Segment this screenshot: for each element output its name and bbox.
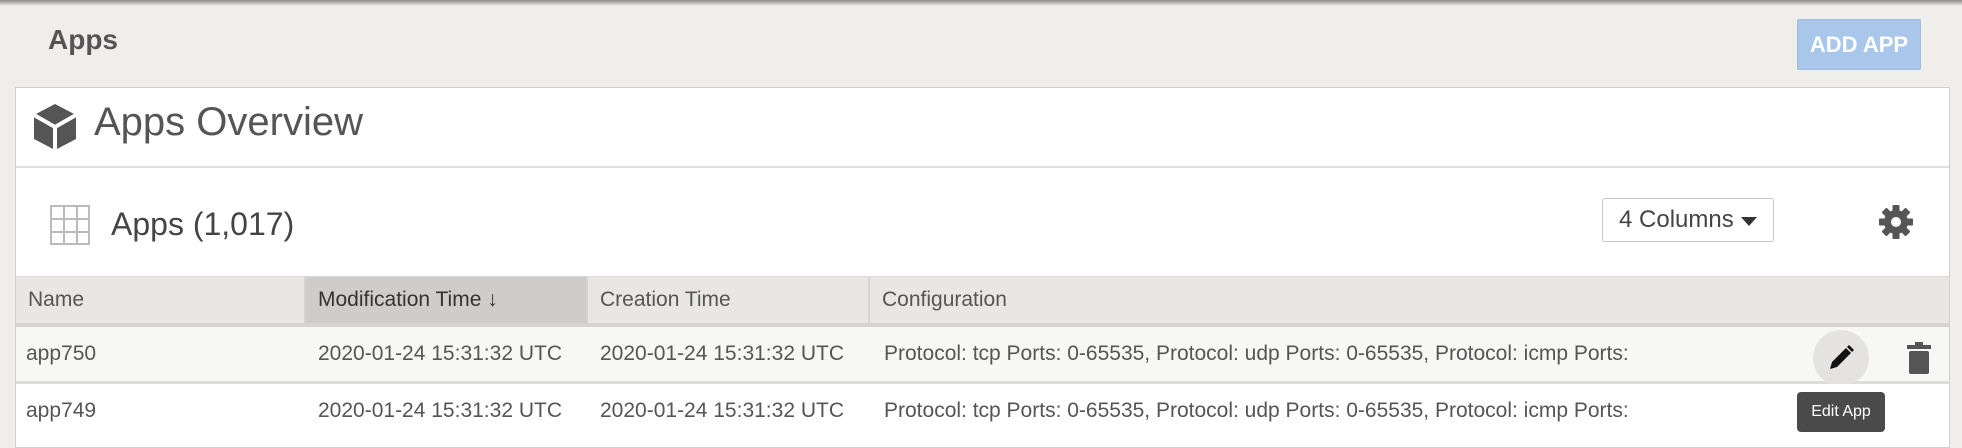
- cell-creation-time: 2020-01-24 15:31:32 UTC: [600, 399, 844, 422]
- grid-icon: [50, 205, 90, 245]
- table-row[interactable]: app750 2020-01-24 15:31:32 UTC 2020-01-2…: [16, 327, 1949, 386]
- overview-title: Apps Overview: [94, 100, 363, 144]
- pencil-icon: [1830, 345, 1854, 369]
- edit-app-tooltip: Edit App: [1797, 392, 1885, 432]
- columns-select-value: 4 Columns: [1619, 206, 1734, 233]
- overview-header: Apps Overview: [16, 88, 1949, 168]
- apps-panel: Apps Overview Apps (1,017) 4 Columns Nam…: [15, 87, 1950, 448]
- columns-select[interactable]: 4 Columns: [1602, 198, 1774, 242]
- top-shadow: [0, 0, 1962, 6]
- column-header-creation-time[interactable]: Creation Time: [588, 277, 870, 323]
- apps-section-header: Apps (1,017) 4 Columns: [16, 168, 1949, 277]
- cell-creation-time: 2020-01-24 15:31:32 UTC: [600, 342, 844, 365]
- cell-name: app750: [26, 342, 97, 365]
- column-header-name[interactable]: Name: [16, 277, 306, 323]
- edit-app-button[interactable]: [1813, 330, 1869, 386]
- add-app-button[interactable]: ADD APP: [1797, 19, 1921, 70]
- chevron-down-icon: [1741, 217, 1757, 226]
- cell-name: app749: [26, 399, 97, 422]
- trash-icon[interactable]: [1906, 342, 1932, 374]
- cube-icon: [33, 104, 77, 150]
- table-row[interactable]: app749 2020-01-24 15:31:32 UTC 2020-01-2…: [16, 384, 1949, 438]
- cell-configuration: Protocol: tcp Ports: 0-65535, Protocol: …: [884, 399, 1629, 422]
- table-header: Name Modification Time ↓ Creation Time C…: [16, 277, 1949, 327]
- cell-modification-time: 2020-01-24 15:31:32 UTC: [318, 399, 562, 422]
- cell-configuration: Protocol: tcp Ports: 0-65535, Protocol: …: [884, 342, 1629, 365]
- column-header-modification-time[interactable]: Modification Time ↓: [306, 277, 588, 323]
- cell-modification-time: 2020-01-24 15:31:32 UTC: [318, 342, 562, 365]
- page-title: Apps: [48, 24, 118, 55]
- column-header-configuration[interactable]: Configuration: [870, 277, 1949, 323]
- gear-icon[interactable]: [1878, 204, 1914, 240]
- apps-count-title: Apps (1,017): [111, 206, 295, 242]
